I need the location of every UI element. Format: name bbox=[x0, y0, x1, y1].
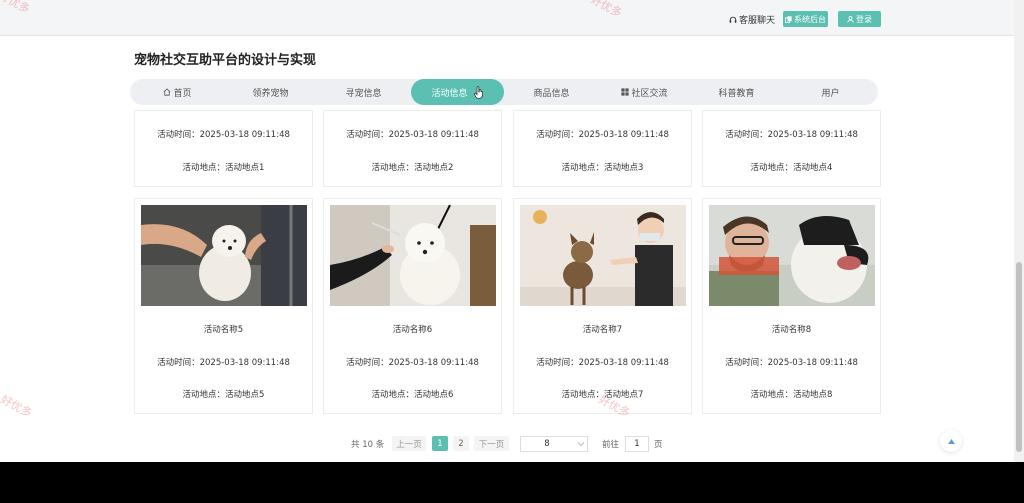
nav-item-home[interactable]: 首页 bbox=[130, 79, 225, 105]
pagination-total: 共 10 条 bbox=[351, 440, 385, 450]
activity-time: 活动时间：2025-03-18 09:11:48 bbox=[725, 130, 858, 140]
top-bar: 客服聊天 系统后台 登录 bbox=[0, 0, 1014, 36]
login-button[interactable]: 登录 bbox=[838, 11, 881, 27]
nav-item-label: 活动信息 bbox=[431, 88, 468, 99]
goto-page-value: 1 bbox=[634, 439, 640, 449]
page-size-select[interactable]: 8 bbox=[520, 436, 588, 452]
grid-icon bbox=[621, 88, 630, 96]
activity-place: 活动地点：活动地点6 bbox=[371, 390, 454, 400]
nav-item-community[interactable]: 社区交流 bbox=[597, 79, 692, 105]
scrollbar-thumb[interactable] bbox=[1016, 262, 1022, 452]
activity-place: 活动地点：活动地点1 bbox=[182, 163, 265, 173]
nav-item-label: 首页 bbox=[173, 88, 192, 99]
nav-item-label: 用户 bbox=[821, 88, 840, 99]
customer-chat-link[interactable]: 客服聊天 bbox=[729, 13, 775, 26]
copy-icon bbox=[785, 15, 792, 23]
watermark: 好优多 bbox=[0, 392, 34, 420]
activity-time: 活动时间：2025-03-18 09:11:48 bbox=[346, 130, 479, 140]
nav-item-label: 社区交流 bbox=[631, 88, 668, 99]
activity-place: 活动地点：活动地点3 bbox=[561, 163, 644, 173]
activity-card[interactable]: 活动名称6 活动时间：2025-03-18 09:11:48 活动地点：活动地点… bbox=[323, 198, 502, 414]
activity-card[interactable]: 活动时间：2025-03-18 09:11:48 活动地点：活动地点4 bbox=[702, 110, 881, 187]
page-number-button[interactable]: 2 bbox=[453, 436, 469, 451]
customer-chat-label: 客服聊天 bbox=[739, 16, 776, 26]
activity-card[interactable]: 活动时间：2025-03-18 09:11:48 活动地点：活动地点1 bbox=[134, 110, 313, 187]
activity-image[interactable] bbox=[520, 205, 686, 306]
activity-image[interactable] bbox=[709, 205, 875, 306]
activity-time: 活动时间：2025-03-18 09:11:48 bbox=[725, 358, 858, 368]
nav-item-lost-pets[interactable]: 寻宠信息 bbox=[316, 79, 411, 105]
admin-backend-button[interactable]: 系统后台 bbox=[783, 11, 828, 27]
page-size-value: 8 bbox=[544, 439, 550, 449]
activity-place: 活动地点：活动地点5 bbox=[182, 390, 265, 400]
activity-time: 活动时间：2025-03-18 09:11:48 bbox=[157, 130, 290, 140]
prev-page-button[interactable]: 上一页 bbox=[392, 436, 426, 451]
login-label: 登录 bbox=[856, 14, 872, 24]
page-number-label: 1 bbox=[437, 438, 443, 449]
home-icon bbox=[164, 88, 171, 96]
pagination: 共 10 条 上一页 1 2 下一页 8 前往 1 页 bbox=[0, 436, 1014, 452]
next-page-button[interactable]: 下一页 bbox=[474, 436, 509, 451]
page-viewport: 客服聊天 系统后台 登录 宠物社交互助平台的设计与实现 首页 领养宠物 寻宠信息… bbox=[0, 0, 1014, 462]
chevron-down-icon bbox=[577, 442, 585, 447]
prev-page-label: 上一页 bbox=[396, 439, 422, 450]
page-number-button[interactable]: 1 bbox=[432, 436, 448, 451]
activity-place: 活动地点：活动地点7 bbox=[561, 390, 644, 400]
activity-card[interactable]: 活动名称7 活动时间：2025-03-18 09:11:48 活动地点：活动地点… bbox=[513, 198, 692, 414]
activity-time: 活动时间：2025-03-18 09:11:48 bbox=[536, 130, 669, 140]
activity-place: 活动地点：活动地点2 bbox=[371, 163, 454, 173]
nav-item-activities[interactable]: 活动信息 bbox=[411, 79, 504, 105]
activity-card[interactable]: 活动名称8 活动时间：2025-03-18 09:11:48 活动地点：活动地点… bbox=[702, 198, 881, 414]
next-page-label: 下一页 bbox=[478, 439, 505, 450]
goto-page-input[interactable]: 1 bbox=[625, 436, 649, 452]
nav-item-label: 科普教育 bbox=[718, 88, 755, 99]
nav-item-user[interactable]: 用户 bbox=[783, 79, 878, 105]
nav-item-label: 寻宠信息 bbox=[345, 88, 382, 99]
activity-place: 活动地点：活动地点8 bbox=[750, 390, 833, 400]
activity-time: 活动时间：2025-03-18 09:11:48 bbox=[536, 358, 669, 368]
activity-place: 活动地点：活动地点4 bbox=[750, 163, 833, 173]
nav-item-label: 商品信息 bbox=[533, 88, 570, 99]
nav-item-education[interactable]: 科普教育 bbox=[689, 79, 784, 105]
activity-time: 活动时间：2025-03-18 09:11:48 bbox=[346, 358, 479, 368]
vertical-scrollbar[interactable] bbox=[1014, 0, 1024, 462]
user-icon bbox=[847, 15, 854, 23]
back-to-top-button[interactable] bbox=[940, 430, 962, 452]
activity-time: 活动时间：2025-03-18 09:11:48 bbox=[157, 358, 290, 368]
page-title: 宠物社交互助平台的设计与实现 bbox=[134, 53, 317, 68]
page-unit-label: 页 bbox=[654, 440, 663, 450]
headset-icon bbox=[729, 16, 737, 23]
activity-card[interactable]: 活动时间：2025-03-18 09:11:48 活动地点：活动地点2 bbox=[323, 110, 502, 187]
goto-label: 前往 bbox=[602, 440, 620, 450]
activity-name: 活动名称6 bbox=[392, 325, 433, 335]
activity-card[interactable]: 活动名称5 活动时间：2025-03-18 09:11:48 活动地点：活动地点… bbox=[134, 198, 313, 414]
hand-pointer-icon bbox=[473, 85, 483, 99]
admin-backend-label: 系统后台 bbox=[794, 14, 826, 24]
activity-card[interactable]: 活动时间：2025-03-18 09:11:48 活动地点：活动地点3 bbox=[513, 110, 692, 187]
caret-up-icon bbox=[947, 438, 955, 444]
activity-name: 活动名称7 bbox=[582, 325, 623, 335]
nav-item-products[interactable]: 商品信息 bbox=[504, 79, 599, 105]
activity-name: 活动名称8 bbox=[771, 325, 812, 335]
activity-image[interactable] bbox=[141, 205, 307, 306]
activity-name: 活动名称5 bbox=[203, 325, 244, 335]
page-number-label: 2 bbox=[458, 438, 464, 449]
activity-image[interactable] bbox=[330, 205, 496, 306]
nav-item-label: 领养宠物 bbox=[252, 88, 289, 99]
main-nav: 首页 领养宠物 寻宠信息 活动信息 商品信息 社区交流 科普教育 用户 bbox=[130, 79, 878, 105]
nav-item-adopt[interactable]: 领养宠物 bbox=[223, 79, 318, 105]
